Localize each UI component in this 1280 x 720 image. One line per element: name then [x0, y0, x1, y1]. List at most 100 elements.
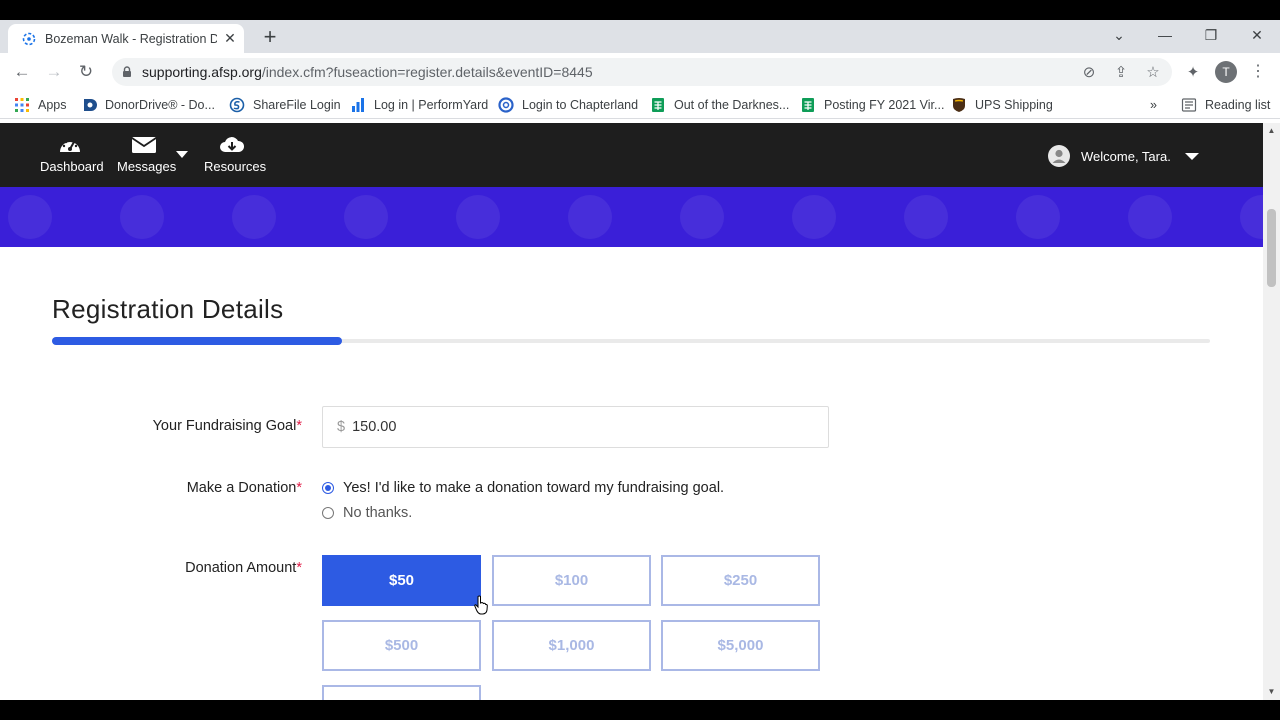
forward-arrow-icon[interactable]: →: [43, 61, 65, 83]
bookmark-posting-fy-2021[interactable]: Posting FY 2021 Vir...: [800, 96, 944, 114]
banner-pattern: [344, 195, 388, 239]
bookmarks-overflow-button[interactable]: »: [1150, 96, 1157, 114]
sheets-icon: [802, 98, 814, 112]
bookmark-label: Log in | PerformYard: [374, 98, 489, 112]
lock-icon: [123, 66, 131, 77]
bookmark-label: DonorDrive® - Do...: [105, 98, 215, 112]
amount-50-button[interactable]: $50: [322, 555, 481, 606]
required-asterisk: *: [296, 560, 302, 576]
envelope-icon: [131, 137, 157, 153]
bookmark-label: Login to Chapterland: [522, 98, 639, 112]
bookmark-label: Apps: [38, 98, 67, 112]
reload-icon[interactable]: ↻: [75, 61, 97, 83]
minimize-button[interactable]: —: [1142, 20, 1188, 50]
nav-dashboard-label: Dashboard: [40, 159, 104, 174]
page-title: Registration Details: [52, 294, 284, 324]
back-arrow-icon[interactable]: ←: [11, 61, 33, 83]
close-window-button[interactable]: ✕: [1234, 20, 1280, 50]
chapterland-icon: [498, 97, 514, 113]
eye-slash-icon[interactable]: ⊘: [1080, 64, 1098, 82]
address-bar[interactable]: supporting.afsp.org/index.cfm?fuseaction…: [112, 58, 1172, 86]
nav-messages[interactable]: Messages: [117, 135, 176, 174]
donation-yes-label: Yes! I'd like to make a donation toward …: [343, 480, 725, 496]
hero-banner: [0, 187, 1263, 247]
tab-search-icon[interactable]: ⌄: [1096, 20, 1142, 50]
donation-no-option[interactable]: No thanks.: [322, 505, 412, 521]
restore-button[interactable]: ❐: [1188, 20, 1234, 50]
amount-1000-button[interactable]: $1,000: [492, 620, 651, 671]
browser-tab[interactable]: Bozeman Walk - Registration Details ✕: [8, 24, 244, 53]
bookmark-chapterland[interactable]: Login to Chapterland: [498, 96, 638, 114]
fundraising-goal-input[interactable]: $ 150.00: [322, 406, 829, 448]
reading-list-label: Reading list: [1205, 98, 1271, 112]
sheets-icon: [652, 98, 664, 112]
amount-100-button[interactable]: $100: [492, 555, 651, 606]
extensions-puzzle-icon[interactable]: ✦: [1184, 64, 1202, 82]
bookmark-apps[interactable]: Apps: [14, 96, 67, 114]
bookmark-donordrive[interactable]: DonorDrive® - Do...: [81, 96, 215, 114]
messages-dropdown-caret-icon[interactable]: [176, 151, 188, 158]
browser-toolbar: ← → ↻ supporting.afsp.org/index.cfm?fuse…: [0, 53, 1280, 91]
banner-pattern: [8, 195, 52, 239]
scroll-down-arrow-icon[interactable]: ▼: [1267, 687, 1276, 696]
banner-pattern: [232, 195, 276, 239]
top-letterbox: [0, 0, 1280, 20]
url-host: supporting.afsp.org: [142, 64, 262, 80]
scroll-up-arrow-icon[interactable]: ▲: [1267, 126, 1276, 135]
performyard-icon: [352, 98, 364, 112]
user-menu-caret-icon: [1184, 152, 1199, 160]
ups-icon: [953, 98, 965, 112]
nav-dashboard[interactable]: Dashboard: [40, 135, 104, 174]
page-scrollbar[interactable]: ▲ ▼: [1263, 123, 1280, 700]
amount-label: Donation Amount*: [42, 560, 302, 576]
donation-yes-option[interactable]: Yes! I'd like to make a donation toward …: [322, 480, 724, 496]
bookmarks-bar: Apps DonorDrive® - Do... ShareFile Login…: [0, 91, 1280, 119]
welcome-text: Welcome, Tara.: [1081, 148, 1171, 164]
cloud-download-icon: [220, 137, 245, 152]
tab-close-icon[interactable]: ✕: [222, 30, 238, 46]
currency-symbol: $: [337, 419, 346, 435]
reading-list-button[interactable]: Reading list: [1181, 96, 1270, 114]
amount-500-button[interactable]: $500: [322, 620, 481, 671]
apps-grid-icon: [15, 98, 29, 112]
donation-label-text: Make a Donation: [186, 480, 297, 496]
goal-value: 150.00: [352, 419, 397, 435]
scroll-thumb[interactable]: [1267, 209, 1276, 287]
bookmark-sharefile[interactable]: ShareFile Login: [229, 96, 341, 114]
bookmark-label: Out of the Darknes...: [674, 98, 790, 112]
user-avatar-icon: [1048, 145, 1070, 167]
bookmark-out-of-the-darkness[interactable]: Out of the Darknes...: [650, 96, 789, 114]
donation-no-radio[interactable]: [322, 507, 334, 519]
donation-yes-radio[interactable]: [322, 482, 334, 494]
banner-pattern: [792, 195, 836, 239]
tab-strip: Bozeman Walk - Registration Details ✕: [0, 20, 1280, 53]
amount-5000-button[interactable]: $5,000: [661, 620, 820, 671]
amount-other-button[interactable]: [322, 685, 481, 700]
new-tab-button[interactable]: +: [258, 26, 282, 50]
url-text: supporting.afsp.org/index.cfm?fuseaction…: [142, 64, 593, 80]
profile-avatar[interactable]: T: [1215, 61, 1237, 83]
user-menu[interactable]: Welcome, Tara.: [1048, 145, 1199, 167]
bookmark-label: UPS Shipping: [975, 98, 1053, 112]
overflow-chevron-icon: »: [1150, 98, 1157, 112]
tab-title: Bozeman Walk - Registration Details: [45, 31, 217, 46]
bookmark-performyard[interactable]: Log in | PerformYard: [350, 96, 488, 114]
required-asterisk: *: [296, 418, 302, 434]
donation-no-label: No thanks.: [343, 505, 413, 521]
nav-resources-label: Resources: [204, 159, 267, 174]
bookmark-star-icon[interactable]: ☆: [1144, 64, 1162, 82]
browser-menu-icon[interactable]: ⋮: [1250, 61, 1266, 83]
nav-resources[interactable]: Resources: [204, 135, 266, 174]
amount-250-button[interactable]: $250: [661, 555, 820, 606]
bookmark-ups-shipping[interactable]: UPS Shipping: [951, 96, 1053, 114]
share-icon[interactable]: ⇪: [1112, 64, 1130, 82]
banner-pattern: [904, 195, 948, 239]
amount-label-text: Donation Amount: [185, 560, 297, 576]
nav-messages-label: Messages: [117, 159, 177, 174]
banner-pattern: [1240, 195, 1263, 239]
bottom-letterbox: [0, 700, 1280, 720]
banner-pattern: [120, 195, 164, 239]
registration-progress-fill: [52, 337, 342, 345]
donordrive-icon: [84, 99, 97, 111]
banner-pattern: [456, 195, 500, 239]
